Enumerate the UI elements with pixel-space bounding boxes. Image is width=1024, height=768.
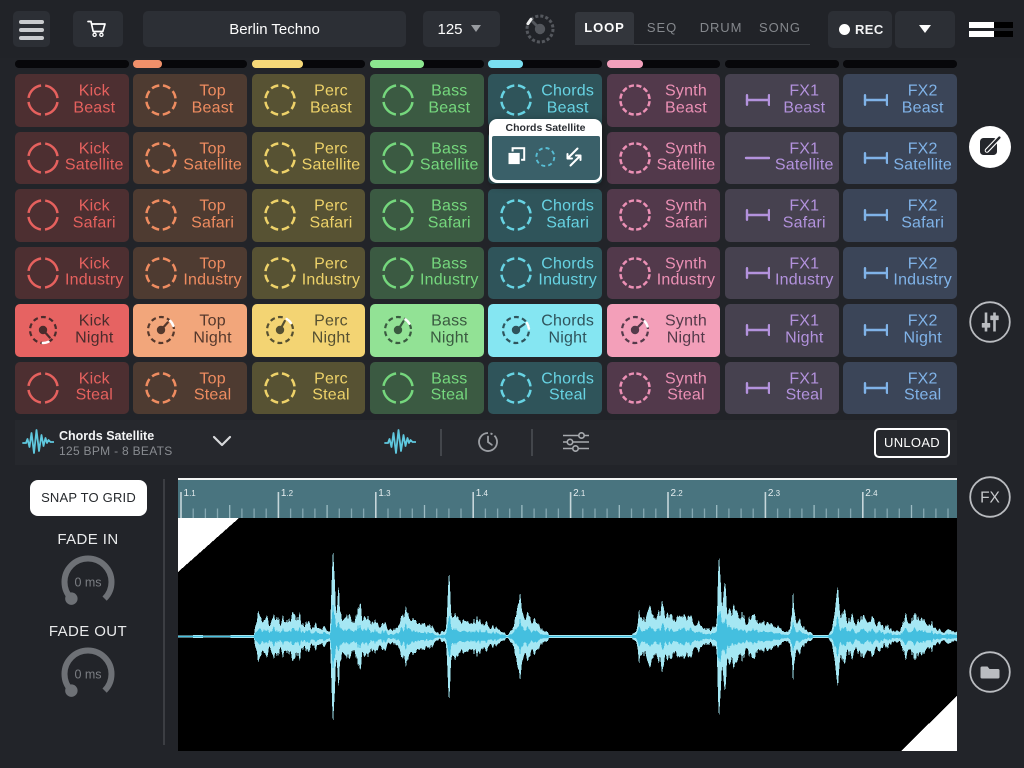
svg-text:2.1: 2.1 xyxy=(573,488,586,499)
svg-text:1.3: 1.3 xyxy=(378,488,391,499)
svg-text:FX: FX xyxy=(980,490,1000,507)
svg-text:2.2: 2.2 xyxy=(671,488,684,499)
svg-text:0 ms: 0 ms xyxy=(74,575,101,589)
svg-text:1.4: 1.4 xyxy=(476,488,489,499)
svg-text:2.3: 2.3 xyxy=(768,488,781,499)
svg-text:2.4: 2.4 xyxy=(865,488,878,499)
svg-text:1.2: 1.2 xyxy=(281,488,294,499)
svg-text:1.1: 1.1 xyxy=(184,488,197,499)
svg-text:0 ms: 0 ms xyxy=(74,667,101,681)
